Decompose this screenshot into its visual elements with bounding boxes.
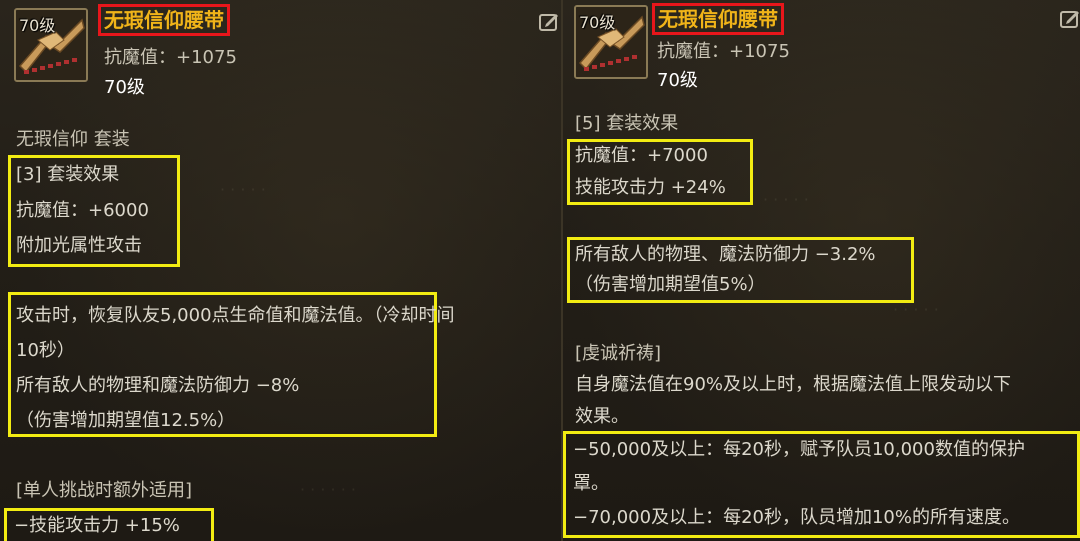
set-name: 无瑕信仰 套装 bbox=[16, 129, 130, 150]
tier2-line-1: −70,000及以上：每20秒，队员增加10%的所有速度。 bbox=[573, 507, 1020, 528]
effect-line-2: 10秒） bbox=[16, 340, 75, 361]
tier1-line-2: 罩。 bbox=[573, 473, 609, 494]
prayer-desc-1: 自身魔法值在90%及以上时，根据魔法值上限发动以下 bbox=[575, 374, 1012, 395]
solo-title: [单人挑战时额外适用] bbox=[16, 480, 193, 501]
set5-stat-1: 抗魔值：+7000 bbox=[575, 145, 708, 166]
item-tooltip-right: · · · · · · · · · · 70级 无瑕信仰腰带 抗魔值：+1075… bbox=[563, 0, 1080, 541]
solo-effect: −技能攻击力 +15% bbox=[14, 515, 180, 536]
item-name: 无瑕信仰腰带 bbox=[98, 4, 230, 36]
belt-icon[interactable]: 70级 bbox=[574, 5, 648, 79]
item-name: 无瑕信仰腰带 bbox=[652, 3, 784, 35]
set5-stat-2: 技能攻击力 +24% bbox=[575, 177, 726, 198]
effect-line-1: 攻击时，恢复队友5,000点生命值和魔法值。（冷却时间 bbox=[16, 305, 455, 326]
set5-title: [5] 套装效果 bbox=[575, 113, 679, 134]
icon-level-label: 70级 bbox=[579, 13, 616, 32]
set3-extra: 附加光属性攻击 bbox=[16, 235, 142, 256]
set3-title: [3] 套装效果 bbox=[16, 164, 120, 185]
effect-line-3: 所有敌人的物理和魔法防御力 −8% bbox=[16, 375, 300, 396]
prayer-title: [虔诚祈祷] bbox=[575, 343, 662, 364]
defense-line-2: （伤害增加期望值5%） bbox=[575, 274, 766, 295]
item-tooltip-left: · · · · · · · · · · · 70级 无瑕信仰腰带 抗魔值：+10… bbox=[0, 0, 563, 541]
prayer-desc-2: 效果。 bbox=[575, 406, 629, 427]
tier1-line-1: −50,000及以上：每20秒，赋予队员10,000数值的保护 bbox=[573, 439, 1025, 460]
magic-resist-stat: 抗魔值：+1075 bbox=[104, 47, 237, 68]
icon-level-label: 70级 bbox=[19, 16, 56, 35]
defense-line-1: 所有敌人的物理、魔法防御力 −3.2% bbox=[575, 244, 876, 265]
belt-icon[interactable]: 70级 bbox=[14, 8, 88, 82]
edit-icon[interactable] bbox=[538, 11, 560, 33]
magic-resist-stat: 抗魔值：+1075 bbox=[657, 41, 790, 62]
item-level: 70级 bbox=[657, 70, 698, 91]
edit-icon[interactable] bbox=[1059, 8, 1080, 30]
item-level: 70级 bbox=[104, 77, 145, 98]
set3-stat: 抗魔值：+6000 bbox=[16, 200, 149, 221]
effect-line-4: （伤害增加期望值12.5%） bbox=[16, 410, 236, 431]
